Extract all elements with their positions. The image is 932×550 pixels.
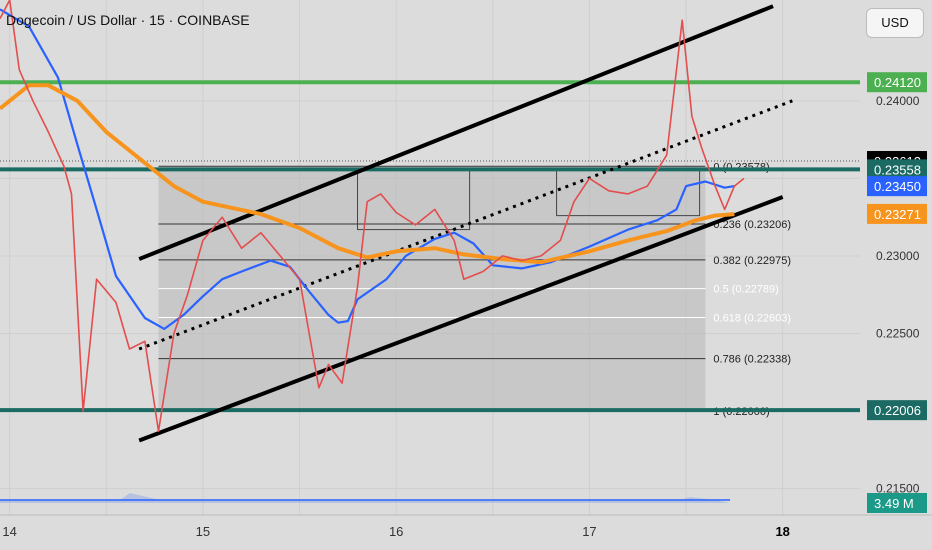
price-tag-label: 0.22006	[874, 403, 921, 418]
chart-container: 0 (0.23578) 0.236 (0.23206) 0.382 (0.22975…	[0, 0, 932, 550]
x-tick-label: 14	[2, 524, 16, 539]
price-tag-label: 0.23450	[874, 179, 921, 194]
fib-level-label: 0.382 (0.22975)	[713, 255, 791, 267]
price-tag-label: 0.23271	[874, 207, 921, 222]
price-tag-label: 0.24120	[874, 75, 921, 90]
chart-title: Dogecoin / US Dollar · 15 · COINBASE	[6, 12, 250, 28]
y-tick-label: 0.24000	[876, 94, 920, 108]
x-tick-label: 18	[775, 524, 789, 539]
y-tick-label: 0.22500	[876, 327, 920, 341]
y-tick-label: 0.23000	[876, 249, 920, 263]
fib-level-label: 0 (0.23578)	[713, 161, 769, 173]
x-tick-label: 16	[389, 524, 403, 539]
price-chart[interactable]: 0 (0.23578)0.236 (0.23206)0.382 (0.22975…	[0, 0, 932, 550]
price-tag-label: 0.23558	[874, 162, 921, 177]
price-tag-label: 3.49 M	[874, 496, 914, 511]
fib-level-label: 0.5 (0.22789)	[713, 284, 778, 296]
x-tick-label: 17	[582, 524, 596, 539]
x-tick-label: 15	[196, 524, 210, 539]
fib-level-label: 0.618 (0.22603)	[713, 313, 791, 325]
currency-button[interactable]: USD	[866, 8, 924, 38]
fib-level-label: 0.786 (0.22338)	[713, 354, 791, 366]
